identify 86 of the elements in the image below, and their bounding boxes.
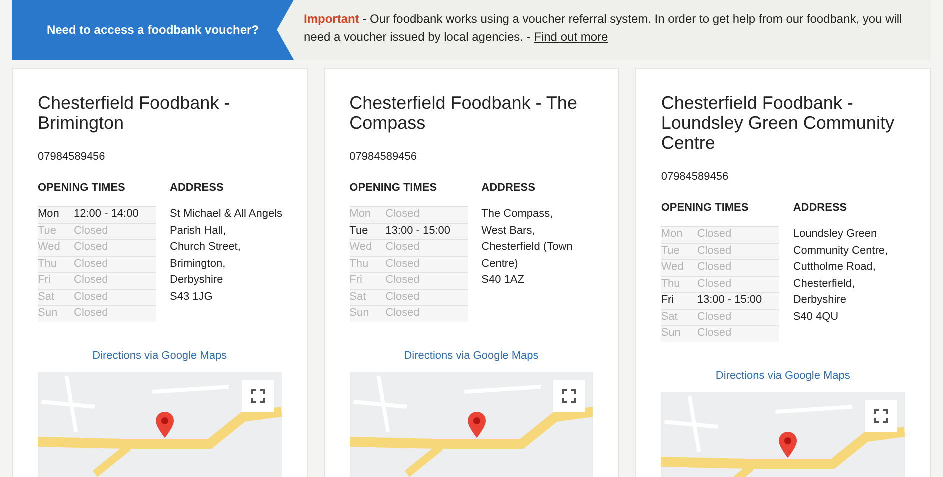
address-line: West Bars, xyxy=(482,224,536,238)
hours-text: Closed xyxy=(386,256,420,272)
address-line: S43 1JG xyxy=(170,290,214,304)
hours-text: Closed xyxy=(697,276,732,292)
hours-text: Closed xyxy=(386,306,420,321)
day-label: Tue xyxy=(661,244,681,258)
fullscreen-button[interactable] xyxy=(553,380,586,412)
foodbank-title: Chesterfield Foodbank - Loundsley Green Community Centre xyxy=(661,93,896,153)
hours-text: Closed xyxy=(74,256,108,272)
address-line: Community Centre, xyxy=(793,244,888,258)
fullscreen-icon xyxy=(874,409,888,423)
hours-text: 13:00 - 15:00 xyxy=(386,224,450,238)
day-label: Tue xyxy=(38,224,58,238)
address-line: Chesterfield (Town xyxy=(482,240,573,255)
phone-number: 07984589456 xyxy=(350,150,418,165)
hours-text: Closed xyxy=(74,306,108,321)
hours-text: Closed xyxy=(697,310,732,324)
fullscreen-icon xyxy=(250,389,265,403)
day-label: Thu xyxy=(38,256,58,272)
hours-text: 12:00 - 14:00 xyxy=(74,207,139,222)
fullscreen-icon xyxy=(562,389,576,403)
address-heading: ADDRESS xyxy=(170,180,225,196)
foodbank-title: Chesterfield Foodbank - The Compass xyxy=(350,93,578,133)
address-line: Derbyshire xyxy=(793,293,848,308)
day-label: Sun xyxy=(661,326,682,341)
address-line: Derbyshire xyxy=(170,273,224,288)
fullscreen-button[interactable] xyxy=(864,400,897,432)
day-label: Sun xyxy=(38,306,59,321)
day-label: Fri xyxy=(350,273,364,288)
opening-times-heading: OPENING TIMES xyxy=(38,180,126,196)
hours-text: Closed xyxy=(74,290,108,304)
address-line: Brimington, xyxy=(170,256,227,272)
day-label: Fri xyxy=(38,273,52,288)
address-line: Church Street, xyxy=(170,240,242,255)
day-label: Sat xyxy=(661,310,679,324)
phone-number: 07984589456 xyxy=(38,150,106,165)
voucher-banner-button[interactable]: Need to access a foodbank voucher? xyxy=(12,0,294,60)
hours-text: Closed xyxy=(697,227,732,242)
fullscreen-button[interactable] xyxy=(242,380,274,412)
foodbank-title: Chesterfield Foodbank - Brimington xyxy=(38,93,232,133)
hours-text: Closed xyxy=(74,224,108,238)
hours-text: 13:00 - 15:00 xyxy=(697,293,762,308)
directions-link[interactable]: Directions via Google Maps xyxy=(716,368,850,384)
phone-number: 07984589456 xyxy=(661,170,730,185)
hours-text: Closed xyxy=(386,290,420,304)
address-heading: ADDRESS xyxy=(793,200,848,216)
day-label: Wed xyxy=(38,240,62,255)
hours-text: Closed xyxy=(697,326,732,341)
map-pin-icon xyxy=(779,432,798,458)
day-label: Thu xyxy=(350,256,370,272)
map-pin-icon xyxy=(156,412,174,438)
day-label: Tue xyxy=(350,224,370,238)
day-label: Thu xyxy=(661,276,682,292)
find-out-more-link[interactable]: Find out more xyxy=(534,30,608,44)
day-label: Wed xyxy=(350,240,374,255)
hours-text: Closed xyxy=(386,207,420,222)
day-label: Wed xyxy=(661,260,685,275)
opening-times-heading: OPENING TIMES xyxy=(661,200,750,216)
address-line: S40 1AZ xyxy=(482,273,526,288)
address-heading: ADDRESS xyxy=(482,180,536,196)
day-label: Sun xyxy=(350,306,370,321)
map-pin-icon xyxy=(468,412,486,438)
voucher-notice: Important - Our foodbank works using a voucher referral system. In order to get help from our foodbank, you will need a voucher issued by local agencies. - Find out more xyxy=(303,11,904,46)
address-line: S40 4QU xyxy=(793,310,840,324)
day-label: Sat xyxy=(350,290,368,304)
address-line: Cuttholme Road, xyxy=(793,260,877,275)
address-line: Chesterfield, xyxy=(793,276,856,292)
day-label: Sat xyxy=(38,290,56,304)
day-label: Fri xyxy=(661,293,676,308)
directions-link[interactable]: Directions via Google Maps xyxy=(404,348,539,364)
directions-link[interactable]: Directions via Google Maps xyxy=(92,348,228,364)
address-line: The Compass, xyxy=(482,207,554,222)
address-line: Centre) xyxy=(482,256,520,272)
hours-text: Closed xyxy=(74,273,108,288)
hours-text: Closed xyxy=(386,273,420,288)
hours-text: Closed xyxy=(386,240,420,255)
opening-times-heading: OPENING TIMES xyxy=(350,180,438,196)
hours-text: Closed xyxy=(697,260,732,275)
hours-text: Closed xyxy=(74,240,108,255)
day-label: Mon xyxy=(38,207,60,222)
address-line: Parish Hall, xyxy=(170,224,228,238)
address-line: St Michael & All Angels xyxy=(170,207,283,222)
day-label: Mon xyxy=(661,227,684,242)
hours-text: Closed xyxy=(697,244,732,258)
day-label: Mon xyxy=(350,207,372,222)
address-line: Loundsley Green xyxy=(793,227,878,242)
